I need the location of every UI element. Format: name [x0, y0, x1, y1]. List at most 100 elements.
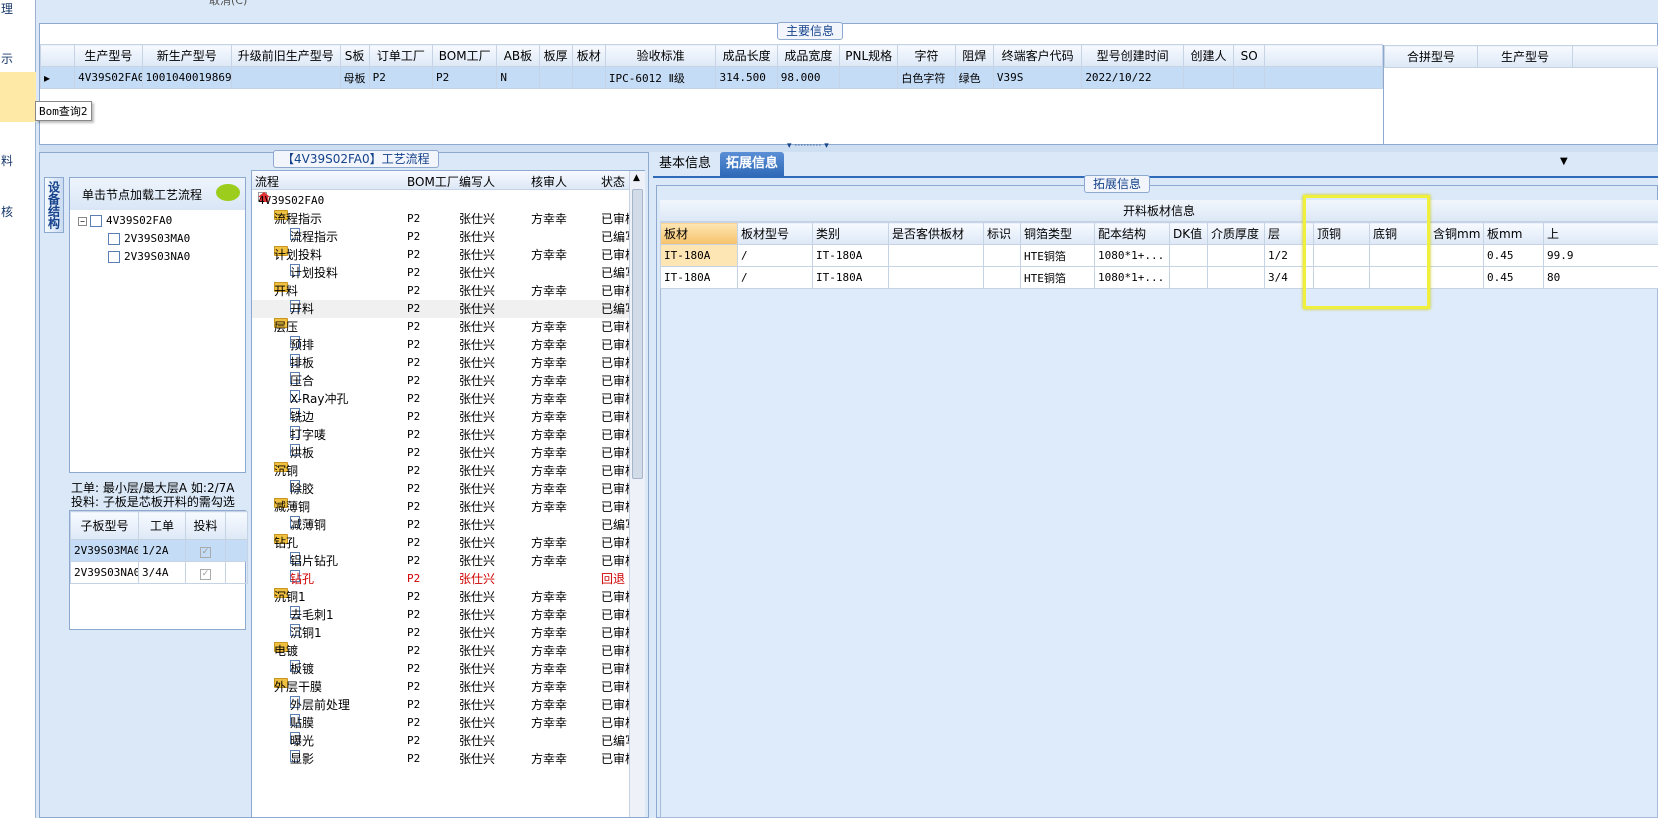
main-cell-4[interactable]: P2: [368, 66, 434, 89]
tree-row[interactable]: 曝光 P2 张仕兴 已编写: [252, 732, 644, 750]
main-cell-1[interactable]: 10010400198698: [141, 66, 232, 89]
merge-col-model[interactable]: 合拼型号: [1384, 45, 1478, 68]
material-cell[interactable]: IT-180A: [812, 244, 889, 267]
material-cell[interactable]: [1429, 266, 1484, 289]
material-col-4[interactable]: 标识: [983, 222, 1021, 245]
nav-item-2[interactable]: 料: [0, 152, 36, 169]
material-col-7[interactable]: DK值: [1169, 222, 1208, 245]
collapse-icon[interactable]: −: [78, 216, 87, 226]
col-flow[interactable]: 流程: [255, 173, 279, 190]
tree-row[interactable]: −流程指示P2张仕兴方幸幸已审核: [252, 210, 644, 228]
material-cell[interactable]: [1207, 244, 1265, 267]
tree-row[interactable]: −沉铜1P2张仕兴方幸幸已审核: [252, 588, 644, 606]
table-row[interactable]: 2V39S03MA0 1/2A ✓: [70, 539, 248, 562]
main-col-18[interactable]: SO: [1233, 44, 1266, 67]
main-cell-0[interactable]: 4V39S02FA0: [74, 66, 143, 89]
main-col-2[interactable]: 升级前旧生产型号: [230, 44, 341, 67]
main-col-5[interactable]: BOM工厂: [431, 44, 498, 67]
splitter-grip-icon[interactable]: ▾ ⋯⋯⋯ ▾: [787, 141, 829, 151]
table-row[interactable]: 2V39S03NA0 3/4A ✓: [70, 561, 248, 584]
material-cell[interactable]: [888, 266, 984, 289]
main-col-10[interactable]: 成品长度: [715, 44, 778, 67]
tree-node-root[interactable]: −4V39S02FA0: [78, 214, 172, 227]
material-col-12[interactable]: 含铜mm: [1429, 222, 1484, 245]
material-cell[interactable]: [888, 244, 984, 267]
tree-row[interactable]: 贴膜 P2 张仕兴 方幸幸 已审核: [252, 714, 644, 732]
main-col-12[interactable]: PNL规格: [839, 44, 899, 67]
sub-col-order[interactable]: 工单: [138, 511, 186, 540]
material-cell[interactable]: [1429, 244, 1484, 267]
main-col-7[interactable]: 板厚: [538, 44, 573, 67]
col-writer[interactable]: 编写人: [459, 173, 495, 190]
tree-row[interactable]: −开料P2张仕兴方幸幸已审核: [252, 282, 644, 300]
material-cell[interactable]: [1169, 244, 1208, 267]
main-cell-5[interactable]: P2: [431, 66, 498, 89]
main-col-13[interactable]: 字符: [897, 44, 956, 67]
main-cell-11[interactable]: 98.000: [776, 66, 841, 89]
sub-col-feed[interactable]: 投料: [185, 511, 226, 540]
tree-row[interactable]: X-Ray冲孔 P2 张仕兴 方幸幸 已审核: [252, 390, 644, 408]
main-col-4[interactable]: 订单工厂: [368, 44, 434, 67]
tree-row[interactable]: 铣边 P2 张仕兴 方幸幸 已审核: [252, 408, 644, 426]
tab-extended-info[interactable]: 拓展信息: [720, 152, 785, 176]
col-status[interactable]: 状态: [601, 173, 625, 190]
nav-item-3[interactable]: 核: [0, 203, 36, 220]
tree-row[interactable]: −4V39S02FA0: [252, 192, 644, 210]
main-cell-3[interactable]: 母板: [339, 66, 370, 89]
material-cell[interactable]: [983, 266, 1021, 289]
sub-col-model[interactable]: 子板型号: [70, 511, 139, 540]
tree-row[interactable]: 开料 P2 张仕兴 已编写: [252, 300, 644, 318]
material-cell[interactable]: IT-180A: [812, 266, 889, 289]
material-col-13[interactable]: 板mm: [1483, 222, 1544, 245]
tree-row[interactable]: 排板 P2 张仕兴 方幸幸 已审核: [252, 354, 644, 372]
nav-item-1[interactable]: 示: [0, 50, 36, 67]
main-cell-12[interactable]: [839, 66, 899, 89]
material-cell[interactable]: /: [737, 266, 813, 289]
tree-row[interactable]: 预排 P2 张仕兴 方幸幸 已审核: [252, 336, 644, 354]
tree-row[interactable]: −减薄铜P2张仕兴方幸幸已审核: [252, 498, 644, 516]
material-cell[interactable]: 1080*1+...: [1094, 266, 1170, 289]
material-col-5[interactable]: 铜箔类型: [1020, 222, 1095, 245]
feed-checkbox[interactable]: ✓: [185, 561, 226, 584]
main-cell-13[interactable]: 白色字符: [897, 66, 956, 89]
tree-row[interactable]: 铝片钻孔 P2 张仕兴 方幸幸 已审核: [252, 552, 644, 570]
tree-row[interactable]: 计划投料 P2 张仕兴 已编写: [252, 264, 644, 282]
tab-dropdown-icon[interactable]: ▼: [1560, 156, 1568, 167]
cancel-link[interactable]: 取消(C): [209, 0, 247, 8]
main-col-6[interactable]: AB板: [496, 44, 540, 67]
main-cell-9[interactable]: IPC-6012 Ⅱ级: [604, 66, 717, 89]
tree-row[interactable]: −层压P2张仕兴方幸幸已审核: [252, 318, 644, 336]
tree-row[interactable]: −钻孔P2张仕兴方幸幸已审核: [252, 534, 644, 552]
main-cell-14[interactable]: 绿色: [954, 66, 994, 89]
tab-basic-info[interactable]: 基本信息: [653, 152, 717, 176]
material-cell[interactable]: 99.9: [1543, 244, 1658, 267]
tree-row[interactable]: 去毛刺1 P2 张仕兴 方幸幸 已审核: [252, 606, 644, 624]
table-row[interactable]: ▸ 4V39S02FA0 10010400198698 母板 P2 P2 N IPC-6012…: [39, 66, 1383, 89]
tree-row[interactable]: 板镀 P2 张仕兴 方幸幸 已审核: [252, 660, 644, 678]
tree-row[interactable]: −电镀P2张仕兴方幸幸已审核: [252, 642, 644, 660]
main-col-3[interactable]: S板: [339, 44, 370, 67]
col-reviewer[interactable]: 核审人: [531, 173, 567, 190]
tree-row[interactable]: 沉铜1 P2 张仕兴 方幸幸 已审核: [252, 624, 644, 642]
main-col-15[interactable]: 终端客户代码: [992, 44, 1083, 67]
main-cell-7[interactable]: [538, 66, 573, 89]
tree-row[interactable]: −沉铜P2张仕兴方幸幸已审核: [252, 462, 644, 480]
material-col-0[interactable]: 板材: [660, 222, 738, 245]
main-cell-6[interactable]: N: [496, 66, 540, 89]
main-col-0[interactable]: 生产型号: [74, 44, 143, 67]
material-col-8[interactable]: 介质厚度: [1207, 222, 1265, 245]
main-cell-8[interactable]: [571, 66, 606, 89]
material-col-2[interactable]: 类别: [812, 222, 889, 245]
material-cell[interactable]: HTE铜箔: [1020, 266, 1095, 289]
tree-row[interactable]: 打字唛 P2 张仕兴 方幸幸 已审核: [252, 426, 644, 444]
col-bom-factory[interactable]: BOM工厂: [407, 173, 459, 190]
main-cell-2[interactable]: [230, 66, 341, 89]
nav-item-0[interactable]: 理: [0, 0, 36, 18]
tree-row[interactable]: 减薄铜 P2 张仕兴 已编写: [252, 516, 644, 534]
main-col-14[interactable]: 阻焊: [954, 44, 994, 67]
material-cell[interactable]: 0.45: [1483, 266, 1544, 289]
tree-row[interactable]: −计划投料P2张仕兴方幸幸已审核: [252, 246, 644, 264]
material-cell[interactable]: 1080*1+...: [1094, 244, 1170, 267]
scroll-up-icon[interactable]: ▲: [633, 173, 640, 183]
tree-row[interactable]: 显影 P2 张仕兴 方幸幸 已审核: [252, 750, 644, 768]
